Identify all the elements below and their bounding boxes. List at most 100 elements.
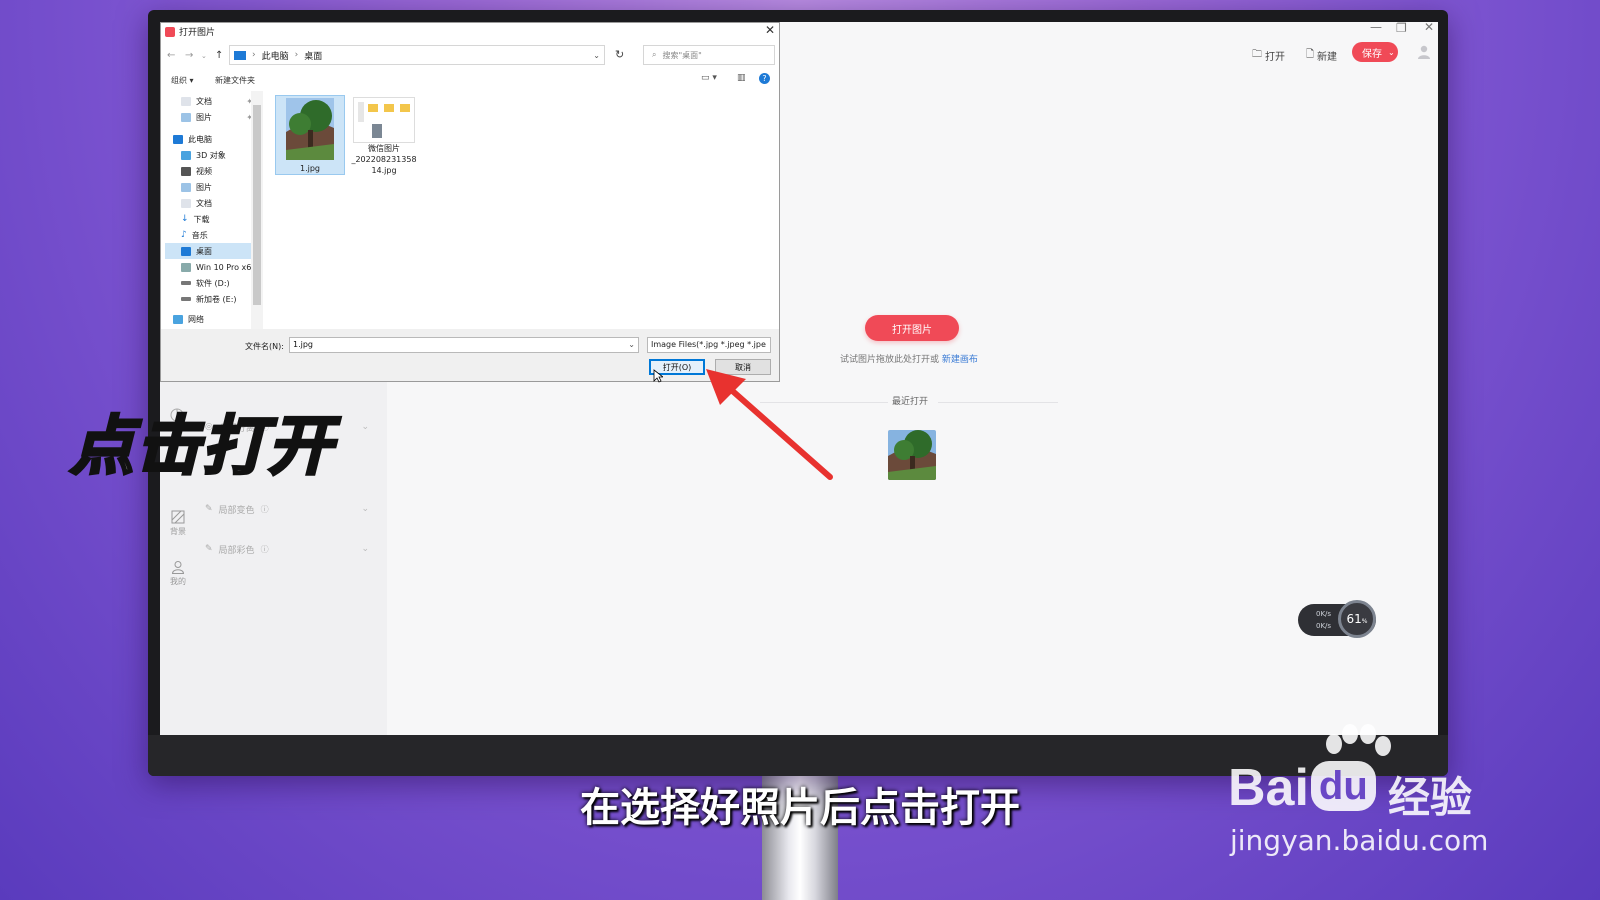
organize-button[interactable]: 组织 ▾ xyxy=(171,75,194,86)
chevron-down-icon: ⌄ xyxy=(361,544,369,554)
view-options-icon[interactable]: ▭ ▾ xyxy=(701,73,717,83)
open-file-dialog: 打开图片 ✕ ← → ⌄ ↑ › 此电脑 › 桌面 ⌄ ↻ ⌕ 搜索"桌面" 组… xyxy=(160,22,780,383)
scrollbar-thumb[interactable] xyxy=(253,105,261,305)
nav-item-label: 桌面 xyxy=(196,246,212,256)
nav-item-documents-2[interactable]: 文档 xyxy=(165,195,257,211)
red-arrow-icon xyxy=(706,369,833,480)
nav-item-drive-d[interactable]: 软件 (D:) xyxy=(165,275,257,291)
documents-icon xyxy=(181,198,191,208)
toolbar-new-button[interactable]: 🗋 新建 xyxy=(1306,47,1337,64)
image-thumbnail xyxy=(353,97,415,143)
new-folder-button[interactable]: 新建文件夹 xyxy=(215,75,255,86)
recent-image-thumbnail[interactable] xyxy=(888,430,936,480)
drive-icon xyxy=(181,281,191,285)
back-icon[interactable]: ← xyxy=(167,50,175,61)
command-bar: 组织 ▾ 新建文件夹 ▭ ▾ ▥ ? xyxy=(161,69,779,91)
search-input[interactable]: ⌕ 搜索"桌面" xyxy=(643,45,775,65)
folder-icon: 🗀 xyxy=(1252,49,1262,60)
breadcrumb[interactable]: › 此电脑 › 桌面 ⌄ xyxy=(229,45,605,65)
drive-icon xyxy=(181,297,191,301)
usage-unit: % xyxy=(1361,617,1368,625)
nav-item-label: 文档 xyxy=(196,96,212,106)
toolbar-open-label: 打开 xyxy=(1265,52,1285,63)
panel-row-local-recolor[interactable]: ✎ 局部变色 ⓘ ⌄ xyxy=(205,494,375,524)
search-icon: ⌕ xyxy=(652,50,657,59)
panel-row-label: 局部彩色 xyxy=(218,545,255,556)
usage-percent: 61 xyxy=(1346,612,1362,626)
filetype-select[interactable]: Image Files(*.jpg *.jpeg *.jpe xyxy=(647,337,771,353)
recent-locations-icon[interactable]: ⌄ xyxy=(201,52,207,60)
new-canvas-link[interactable]: 新建画布 xyxy=(942,355,978,365)
nav-item-drive-e[interactable]: 新加卷 (E:) xyxy=(165,291,257,307)
info-icon: ⓘ xyxy=(260,544,269,554)
file-name-line: _202208231358 xyxy=(351,155,417,164)
watermark-url: jingyan.baidu.com xyxy=(1230,824,1489,857)
nav-item-3d-objects[interactable]: 3D 对象 xyxy=(165,147,257,163)
open-image-button[interactable]: 打开图片 xyxy=(865,315,959,341)
file-item-wechat-image[interactable]: 微信图片 _202208231358 14.jpg xyxy=(349,95,419,199)
drive-icon xyxy=(181,262,191,272)
user-icon xyxy=(171,561,185,574)
nav-item-label: 音乐 xyxy=(191,230,208,240)
dialog-titlebar: 打开图片 xyxy=(165,25,215,38)
nav-item-label: Win 10 Pro x64 xyxy=(196,262,257,272)
chevron-down-icon[interactable]: ⌄ xyxy=(1388,48,1395,57)
panel-row-local-color[interactable]: ✎ 局部彩色 ⓘ ⌄ xyxy=(205,534,375,564)
up-icon[interactable]: ↑ xyxy=(215,50,223,61)
forward-icon[interactable]: → xyxy=(185,50,193,61)
rail-background[interactable]: 背景 xyxy=(166,510,190,537)
download-speed: 0K/s xyxy=(1316,622,1332,630)
nav-item-music[interactable]: ♪ 音乐 xyxy=(165,227,257,243)
rail-mine[interactable]: 我的 xyxy=(166,560,190,587)
music-icon: ♪ xyxy=(181,230,187,240)
nav-item-desktop[interactable]: 桌面 xyxy=(165,243,257,259)
preview-pane-icon[interactable]: ▥ xyxy=(737,73,746,83)
nav-item-downloads[interactable]: ↓ 下载 xyxy=(165,211,257,227)
nav-item-pictures[interactable]: 图片 ✦ xyxy=(165,109,257,125)
file-item-1jpg[interactable]: 1.jpg xyxy=(275,95,345,175)
breadcrumb-item[interactable]: 桌面 xyxy=(304,49,322,62)
filename-input[interactable]: 1.jpg ⌄ xyxy=(289,337,639,353)
usage-gauge: 61% xyxy=(1338,600,1376,638)
nav-item-pictures-2[interactable]: 图片 xyxy=(165,179,257,195)
window-close-icon[interactable]: ✕ xyxy=(1424,22,1434,34)
filename-label: 文件名(N): xyxy=(245,342,284,351)
nav-item-label: 此电脑 xyxy=(188,134,212,144)
nav-item-documents[interactable]: 文档 ✦ xyxy=(165,93,257,109)
minimize-icon[interactable]: — xyxy=(1370,22,1382,34)
pen-icon: ✎ xyxy=(205,504,213,514)
videos-icon xyxy=(181,166,191,176)
pen-icon: ✎ xyxy=(205,544,213,554)
file-name: 1.jpg xyxy=(299,164,320,173)
drop-hint-text: 试试图片拖放此处打开或 xyxy=(840,355,942,365)
pictures-icon xyxy=(181,182,191,192)
network-speed-widget[interactable]: 0K/s 0K/s 61% xyxy=(1298,600,1376,638)
divider xyxy=(938,402,1058,403)
refresh-icon[interactable]: ↻ xyxy=(615,48,624,61)
toolbar-open-button[interactable]: 🗀 打开 xyxy=(1252,47,1285,64)
nav-item-label: 软件 (D:) xyxy=(196,278,230,288)
restore-icon[interactable]: ❐ xyxy=(1396,22,1407,35)
nav-item-drive-c[interactable]: Win 10 Pro x64 xyxy=(165,259,257,275)
file-name-line: 14.jpg xyxy=(371,166,397,175)
image-thumbnail xyxy=(286,98,334,160)
network-icon xyxy=(173,314,183,324)
toolbar-new-label: 新建 xyxy=(1317,52,1338,63)
user-avatar-icon[interactable] xyxy=(1416,44,1432,60)
nav-item-videos[interactable]: 视频 xyxy=(165,163,257,179)
nav-item-label: 网络 xyxy=(188,314,204,324)
file-icon: 🗋 xyxy=(1306,49,1315,60)
nav-item-this-pc[interactable]: 此电脑 xyxy=(165,131,257,147)
breadcrumb-separator: › xyxy=(294,50,299,60)
chevron-down-icon[interactable]: ⌄ xyxy=(628,338,635,352)
save-button[interactable]: 保存 ⌄ xyxy=(1352,42,1398,62)
documents-icon xyxy=(181,96,191,106)
breadcrumb-item[interactable]: 此电脑 xyxy=(262,49,289,62)
nav-scrollbar[interactable] xyxy=(251,91,263,329)
chevron-down-icon[interactable]: ⌄ xyxy=(593,51,600,60)
chevron-down-icon: ⌄ xyxy=(361,422,369,432)
dialog-close-icon[interactable]: ✕ xyxy=(765,23,775,37)
nav-item-network[interactable]: 网络 xyxy=(165,311,257,327)
help-icon[interactable]: ? xyxy=(759,73,770,84)
nav-item-label: 视频 xyxy=(196,166,212,176)
